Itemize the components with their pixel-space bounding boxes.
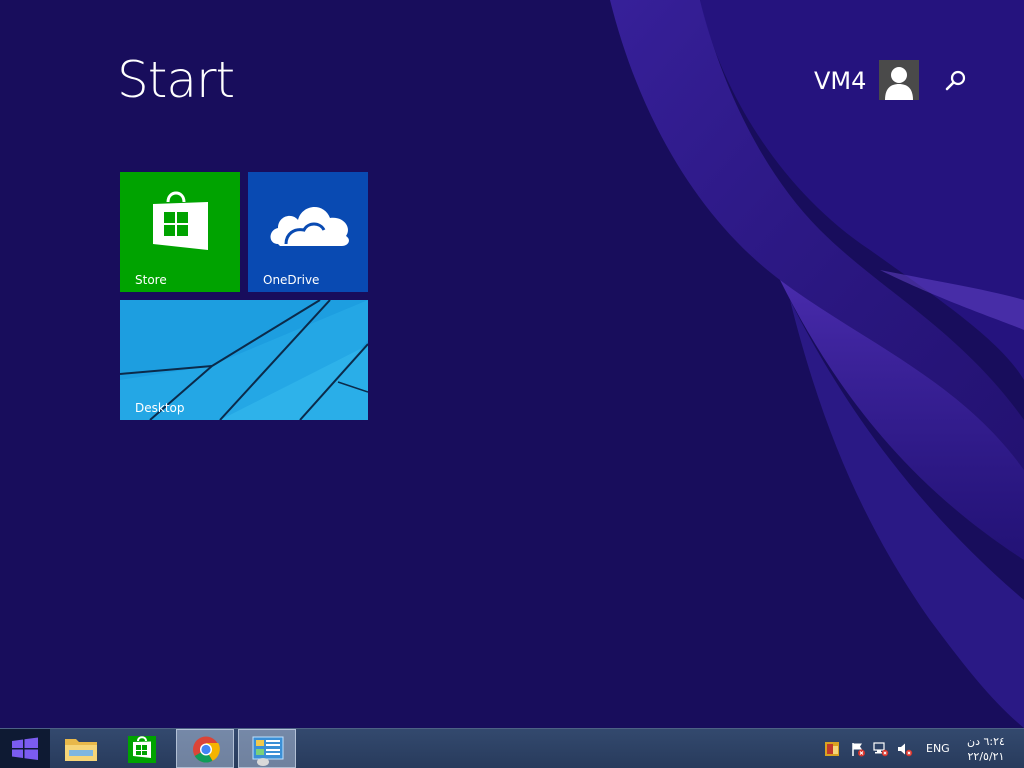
start-title: Start [117, 51, 235, 109]
folder-icon [65, 739, 97, 761]
start-button[interactable] [0, 729, 50, 768]
taskbar-control-panel[interactable] [238, 729, 296, 768]
clock[interactable]: ٦:٢٤ دن ٢٢/٥/٢١ [962, 734, 1010, 764]
user-name[interactable]: VM4 [814, 66, 866, 96]
taskbar-chrome[interactable] [176, 729, 234, 768]
tray-security-icon[interactable] [824, 741, 840, 757]
speaker-muted-icon [898, 743, 913, 757]
clock-time: ٦:٢٤ دن [967, 735, 1005, 748]
tile-label: OneDrive [263, 273, 320, 287]
taskbar: ENG ٦:٢٤ دن ٢٢/٥/٢١ [0, 728, 1024, 768]
tray-action-center-icon[interactable] [850, 741, 866, 757]
tile-desktop[interactable]: Desktop [120, 300, 368, 420]
tray-network-icon[interactable] [873, 741, 889, 757]
clock-date: ٢٢/٥/٢١ [967, 750, 1005, 763]
search-icon [945, 70, 966, 91]
windows-logo-icon [12, 737, 38, 760]
tile-store[interactable]: Store [120, 172, 240, 292]
shield-warning-icon [825, 742, 839, 756]
chrome-icon [193, 736, 220, 763]
tile-label: Desktop [135, 401, 185, 415]
user-silhouette-icon [885, 67, 913, 100]
taskbar-store[interactable] [113, 729, 171, 768]
store-icon [128, 736, 156, 763]
control-panel-icon [252, 736, 284, 766]
network-icon [873, 742, 889, 757]
tray-volume-icon[interactable] [897, 741, 913, 757]
start-screen: Start VM4 Store OneDrive Desktop ENG ٦:٢… [0, 0, 1024, 768]
tile-onedrive[interactable]: OneDrive [248, 172, 368, 292]
tile-label: Store [135, 273, 167, 287]
flag-icon [852, 743, 865, 757]
user-avatar[interactable] [879, 60, 919, 100]
language-indicator[interactable]: ENG [926, 742, 950, 755]
search-button[interactable] [943, 68, 969, 94]
taskbar-file-explorer[interactable] [52, 729, 110, 768]
